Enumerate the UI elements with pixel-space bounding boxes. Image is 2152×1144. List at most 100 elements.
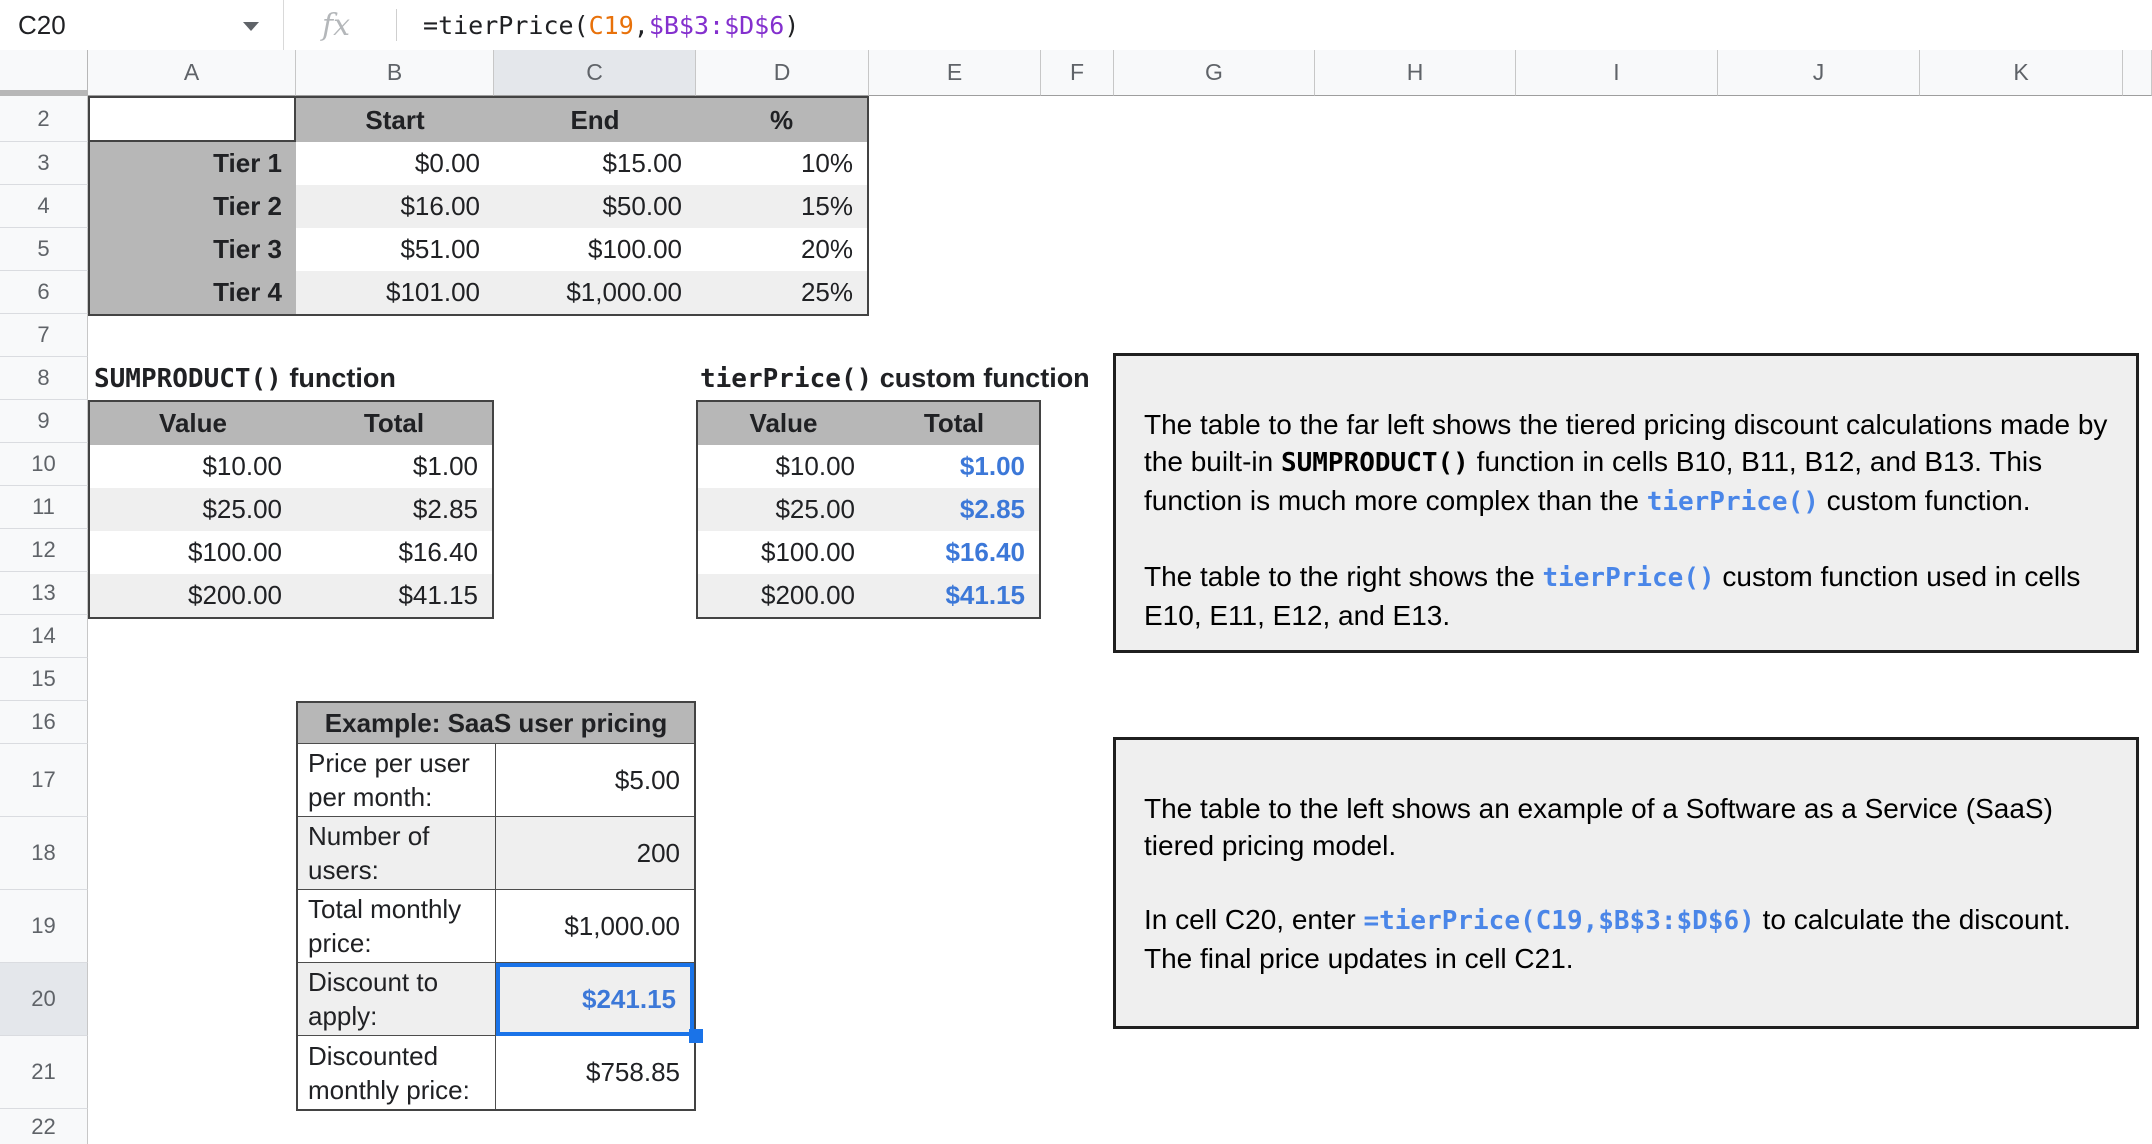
header-value[interactable]: Value: [90, 402, 296, 445]
row-header-6[interactable]: 6: [0, 271, 88, 314]
row-header-18[interactable]: 18: [0, 817, 88, 890]
tierprice-title-rest: custom function: [872, 363, 1090, 393]
chevron-down-icon[interactable]: [243, 22, 259, 31]
column-header-i[interactable]: I: [1516, 50, 1718, 96]
row-header-21[interactable]: 21: [0, 1036, 88, 1109]
total-cell[interactable]: $1.00: [296, 445, 492, 488]
value-cell[interactable]: $200.00: [90, 574, 296, 617]
row-header-3[interactable]: 3: [0, 142, 88, 185]
select-all-corner[interactable]: [0, 50, 89, 90]
column-header-f[interactable]: F: [1041, 50, 1114, 96]
total-cell[interactable]: $41.15: [869, 574, 1039, 617]
total-cell[interactable]: $2.85: [869, 488, 1039, 531]
sumproduct-row: $200.00 $41.15: [90, 574, 492, 617]
column-header-e[interactable]: E: [869, 50, 1041, 96]
cell-a2[interactable]: [90, 98, 296, 142]
note-box-saas[interactable]: The table to the left shows an example o…: [1113, 737, 2139, 1029]
spreadsheet-app: C20 fx =tierPrice(C19,$B$3:$D$6) A B C D…: [0, 0, 2152, 1144]
column-header-j[interactable]: J: [1718, 50, 1920, 96]
row-header-8[interactable]: 8: [0, 357, 88, 400]
tier-pct[interactable]: 25%: [696, 271, 867, 314]
tier-label[interactable]: Tier 4: [90, 271, 296, 314]
value-cell[interactable]: $5.00: [496, 744, 694, 817]
divider: [396, 9, 398, 41]
total-cell[interactable]: $2.85: [296, 488, 492, 531]
row-header-14[interactable]: 14: [0, 615, 88, 658]
row-header-4[interactable]: 4: [0, 185, 88, 228]
tier-label[interactable]: Tier 3: [90, 228, 296, 271]
name-box[interactable]: C20: [0, 0, 283, 50]
column-header-k[interactable]: K: [1920, 50, 2123, 96]
column-header-g[interactable]: G: [1114, 50, 1315, 96]
row-header-9[interactable]: 9: [0, 400, 88, 443]
value-cell[interactable]: $758.85: [496, 1036, 694, 1109]
tier-end[interactable]: $100.00: [494, 228, 696, 271]
header-value[interactable]: Value: [698, 402, 869, 445]
row-header-15[interactable]: 15: [0, 658, 88, 701]
tier-start[interactable]: $51.00: [296, 228, 494, 271]
label-cell[interactable]: Number of users:: [298, 817, 496, 890]
value-cell[interactable]: $200.00: [698, 574, 869, 617]
value-cell[interactable]: $100.00: [90, 531, 296, 574]
cell-c2[interactable]: End: [494, 98, 696, 142]
saas-table: Example: SaaS user pricing Price per use…: [296, 701, 696, 1111]
column-header-partial[interactable]: [2123, 50, 2152, 96]
column-header-c[interactable]: C: [494, 50, 696, 96]
tier-pct[interactable]: 10%: [696, 142, 867, 185]
label-cell[interactable]: Discounted monthly price:: [298, 1036, 496, 1109]
tier-end[interactable]: $15.00: [494, 142, 696, 185]
value-cell[interactable]: $100.00: [698, 531, 869, 574]
formula-input[interactable]: =tierPrice(C19,$B$3:$D$6): [423, 11, 799, 40]
label-cell[interactable]: Discount to apply:: [298, 963, 496, 1036]
value-cell[interactable]: $10.00: [698, 445, 869, 488]
tier-end[interactable]: $1,000.00: [494, 271, 696, 314]
row-header-22[interactable]: 22: [0, 1109, 88, 1144]
tier-start[interactable]: $0.00: [296, 142, 494, 185]
fill-handle[interactable]: [689, 1029, 703, 1043]
row-header-11[interactable]: 11: [0, 486, 88, 529]
value-cell[interactable]: 200: [496, 817, 694, 890]
total-cell[interactable]: $41.15: [296, 574, 492, 617]
total-cell[interactable]: $16.40: [296, 531, 492, 574]
tier-end[interactable]: $50.00: [494, 185, 696, 228]
tier-label[interactable]: Tier 2: [90, 185, 296, 228]
column-header-d[interactable]: D: [696, 50, 869, 96]
tierprice-row: $100.00 $16.40: [698, 531, 1039, 574]
row-header-17[interactable]: 17: [0, 744, 88, 817]
row-header-20[interactable]: 20: [0, 963, 88, 1036]
header-total[interactable]: Total: [869, 402, 1039, 445]
cell-d2[interactable]: %: [696, 98, 867, 142]
row-header-19[interactable]: 19: [0, 890, 88, 963]
total-cell[interactable]: $1.00: [869, 445, 1039, 488]
tier-label[interactable]: Tier 1: [90, 142, 296, 185]
value-cell[interactable]: $1,000.00: [496, 890, 694, 963]
row-header-16[interactable]: 16: [0, 701, 88, 744]
value-cell[interactable]: $25.00: [698, 488, 869, 531]
label-cell[interactable]: Total monthly price:: [298, 890, 496, 963]
row-header-2[interactable]: 2: [0, 96, 88, 142]
header-total[interactable]: Total: [296, 402, 492, 445]
row-header-12[interactable]: 12: [0, 529, 88, 572]
label-cell[interactable]: Price per user per month:: [298, 744, 496, 817]
sumproduct-header-row: Value Total: [90, 402, 492, 445]
tier-pct[interactable]: 15%: [696, 185, 867, 228]
total-cell[interactable]: $16.40: [869, 531, 1039, 574]
cell-b2[interactable]: Start: [296, 98, 494, 142]
row-header-5[interactable]: 5: [0, 228, 88, 271]
column-header-h[interactable]: H: [1315, 50, 1516, 96]
row-header-10[interactable]: 10: [0, 443, 88, 486]
column-header-b[interactable]: B: [296, 50, 494, 96]
value-cell[interactable]: $10.00: [90, 445, 296, 488]
value-cell[interactable]: $25.00: [90, 488, 296, 531]
saas-title[interactable]: Example: SaaS user pricing: [298, 703, 694, 744]
row-header-7[interactable]: 7: [0, 314, 88, 357]
note-box-sumproduct[interactable]: The table to the far left shows the tier…: [1113, 353, 2139, 653]
column-header-a[interactable]: A: [88, 50, 296, 96]
saas-row-number-of-users: Number of users: 200: [298, 817, 694, 890]
saas-row-discount-to-apply: Discount to apply: $241.15: [298, 963, 694, 1036]
row-header-13[interactable]: 13: [0, 572, 88, 615]
tier-start[interactable]: $101.00: [296, 271, 494, 314]
selected-cell-c20[interactable]: $241.15: [496, 963, 694, 1036]
tier-start[interactable]: $16.00: [296, 185, 494, 228]
tier-pct[interactable]: 20%: [696, 228, 867, 271]
